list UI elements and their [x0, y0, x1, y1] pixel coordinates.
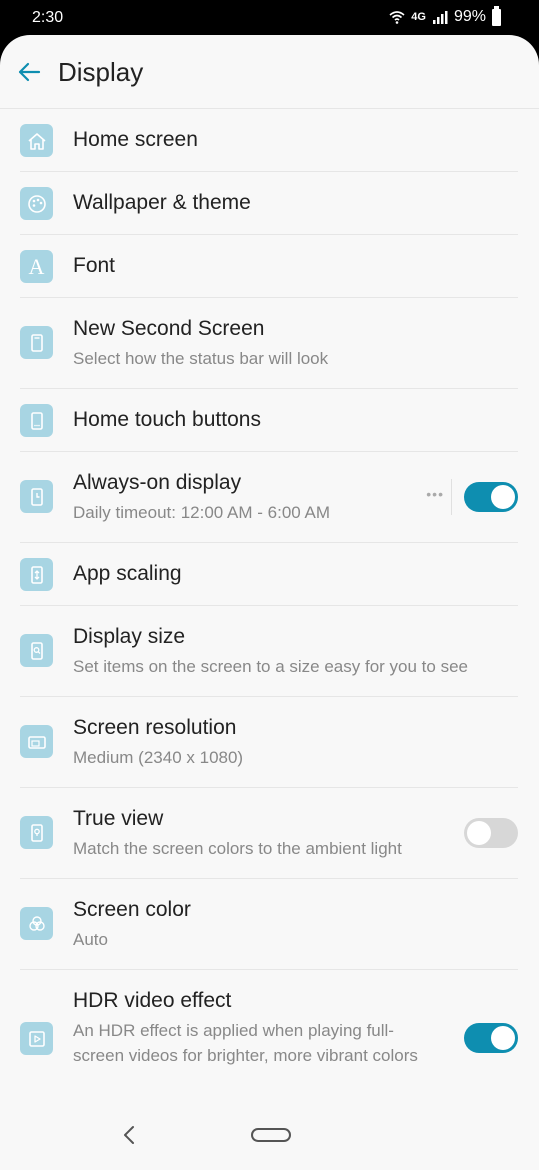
setting-label: HDR video effect — [73, 989, 232, 1012]
touch-buttons-icon — [20, 404, 53, 437]
nav-home-button[interactable] — [251, 1128, 291, 1142]
setting-label: Always-on display — [73, 471, 242, 494]
status-bar: 2:30 4G 99% — [0, 0, 539, 36]
home-icon — [20, 124, 53, 157]
setting-hdr-video-effect[interactable]: HDR video effect An HDR effect is applie… — [20, 970, 518, 1105]
toggle-knob — [491, 1026, 515, 1050]
font-icon: A — [20, 250, 53, 283]
setting-summary: Set items on the screen to a size easy f… — [73, 657, 468, 676]
setting-label: True view — [73, 807, 164, 830]
setting-screen-color[interactable]: Screen color Auto — [20, 879, 518, 970]
setting-always-on-display[interactable]: Always-on display Daily timeout: 12:00 A… — [20, 452, 518, 543]
setting-label: New Second Screen — [73, 317, 265, 340]
true-view-toggle[interactable] — [464, 818, 518, 848]
setting-wallpaper-theme[interactable]: Wallpaper & theme — [20, 172, 518, 235]
battery-icon — [492, 5, 501, 26]
clock-phone-icon — [20, 480, 53, 513]
setting-screen-resolution[interactable]: Screen resolution Medium (2340 x 1080) — [20, 697, 518, 788]
settings-list: Home screen Wallpaper & theme A Font New… — [0, 109, 539, 1105]
phone-icon — [20, 326, 53, 359]
setting-label: App scaling — [73, 562, 182, 585]
setting-label: Screen color — [73, 898, 191, 921]
font-glyph: A — [28, 253, 45, 279]
setting-label: Font — [73, 254, 116, 277]
wifi-icon — [389, 11, 405, 24]
setting-summary: Medium (2340 x 1080) — [73, 748, 244, 767]
setting-home-screen[interactable]: Home screen — [20, 109, 518, 172]
toggle-knob — [491, 485, 515, 509]
app-scaling-icon — [20, 558, 53, 591]
bulb-phone-icon — [20, 816, 53, 849]
app-bar: Display — [0, 35, 539, 109]
setting-summary: Select how the status bar will look — [73, 349, 329, 368]
network-type: 4G — [411, 11, 426, 23]
color-circles-icon — [20, 907, 53, 940]
setting-label: Screen resolution — [73, 716, 237, 739]
setting-home-touch-buttons[interactable]: Home touch buttons — [20, 389, 518, 452]
palette-icon — [20, 187, 53, 220]
toggle-knob — [467, 821, 491, 845]
setting-summary: Daily timeout: 12:00 AM - 6:00 AM — [73, 503, 331, 522]
setting-label: Home screen — [73, 128, 198, 151]
setting-new-second-screen[interactable]: New Second Screen Select how the status … — [20, 298, 518, 389]
status-time: 2:30 — [32, 9, 64, 26]
setting-summary: An HDR effect is applied when playing fu… — [73, 1021, 418, 1065]
setting-true-view[interactable]: True view Match the screen colors to the… — [20, 788, 518, 879]
setting-label: Home touch buttons — [73, 408, 261, 431]
always-on-display-toggle[interactable] — [464, 482, 518, 512]
setting-label: Display size — [73, 625, 186, 648]
setting-display-size[interactable]: Display size Set items on the screen to … — [20, 606, 518, 697]
page-title: Display — [58, 57, 144, 87]
signal-icon — [432, 11, 448, 24]
back-arrow-icon[interactable] — [16, 59, 42, 85]
resolution-icon — [20, 725, 53, 758]
setting-font[interactable]: A Font — [20, 235, 518, 298]
nav-back-icon[interactable] — [118, 1123, 140, 1147]
display-size-icon — [20, 634, 53, 667]
vertical-divider — [451, 479, 452, 515]
more-options-icon[interactable]: ••• — [426, 486, 444, 502]
setting-summary: Match the screen colors to the ambient l… — [73, 839, 402, 858]
setting-app-scaling[interactable]: App scaling — [20, 543, 518, 606]
navigation-bar — [0, 1105, 539, 1170]
hdr-video-effect-toggle[interactable] — [464, 1023, 518, 1053]
video-icon — [20, 1022, 53, 1055]
battery-percent: 99% — [453, 8, 486, 25]
setting-label: Wallpaper & theme — [73, 191, 251, 214]
setting-summary: Auto — [73, 930, 108, 949]
settings-screen: Display Home screen Wallpaper & theme A — [0, 35, 539, 1170]
